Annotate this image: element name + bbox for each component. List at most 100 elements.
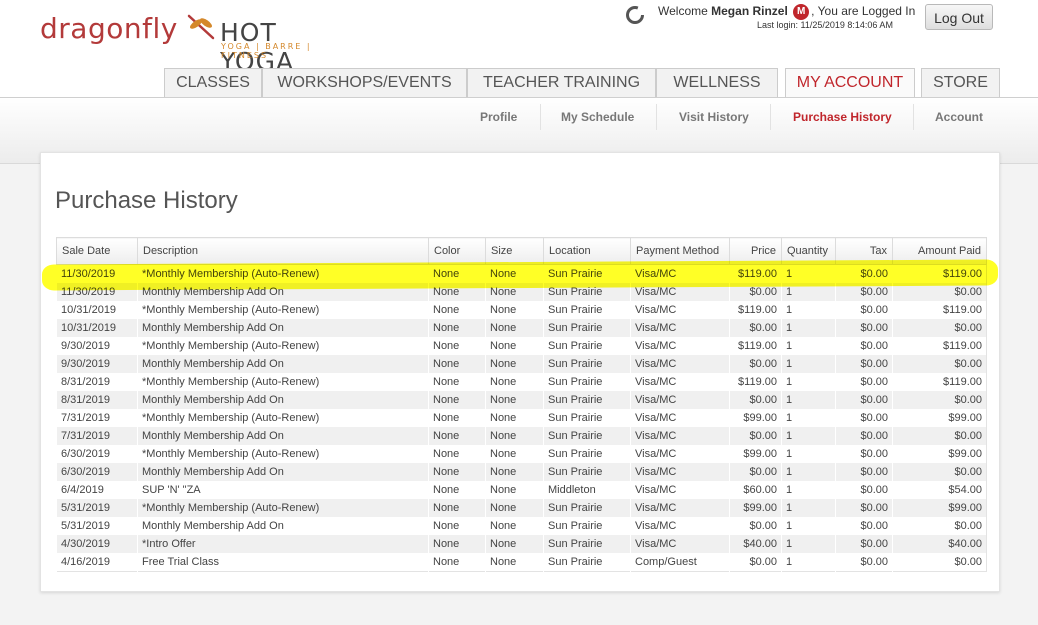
cell-location: Sun Prairie	[543, 517, 631, 535]
cell-sale-date: 7/31/2019	[56, 427, 138, 445]
col-size[interactable]: Size	[485, 237, 544, 265]
cell-tax: $0.00	[835, 481, 893, 499]
col-tax[interactable]: Tax	[835, 237, 893, 265]
cell-size: None	[485, 373, 544, 391]
cell-description: *Monthly Membership (Auto-Renew)	[137, 409, 429, 427]
cell-size: None	[485, 355, 544, 373]
dragonfly-icon	[187, 14, 215, 40]
cell-sale-date: 11/30/2019	[56, 264, 138, 283]
tab-wellness[interactable]: WELLNESS	[656, 68, 778, 97]
tab-classes[interactable]: CLASSES	[164, 68, 262, 97]
col-payment-method[interactable]: Payment Method	[630, 237, 730, 265]
cell-payment-method: Visa/MC	[630, 409, 730, 427]
cell-amount-paid: $119.00	[892, 264, 987, 283]
cell-tax: $0.00	[835, 445, 893, 463]
cell-quantity: 1	[781, 463, 836, 481]
subnav-my-schedule[interactable]: My Schedule	[561, 110, 634, 124]
cell-amount-paid: $99.00	[892, 445, 987, 463]
cell-location: Sun Prairie	[543, 391, 631, 409]
cell-location: Sun Prairie	[543, 283, 631, 301]
cell-quantity: 1	[781, 264, 836, 283]
tab-my-account[interactable]: MY ACCOUNT	[785, 68, 915, 98]
cell-color: None	[428, 355, 486, 373]
tab-store[interactable]: STORE	[921, 68, 1000, 97]
cell-description: Monthly Membership Add On	[137, 319, 429, 337]
cell-tax: $0.00	[835, 319, 893, 337]
cell-size: None	[485, 301, 544, 319]
cell-sale-date: 9/30/2019	[56, 355, 138, 373]
cell-color: None	[428, 337, 486, 355]
cell-amount-paid: $99.00	[892, 499, 987, 517]
cell-payment-method: Visa/MC	[630, 427, 730, 445]
subnav-account[interactable]: Account	[935, 110, 983, 124]
cell-tax: $0.00	[835, 283, 893, 301]
col-color[interactable]: Color	[428, 237, 486, 265]
table-row: 8/31/2019 *Monthly Membership (Auto-Renew…	[56, 373, 987, 391]
site-header: dragonfly HOT YOGA YOGA | BARRE | FITNES…	[0, 0, 1038, 98]
cell-payment-method: Comp/Guest	[630, 553, 730, 572]
cell-color: None	[428, 535, 486, 553]
site-logo[interactable]: dragonfly HOT YOGA YOGA | BARRE | FITNES…	[40, 12, 350, 76]
cell-amount-paid: $40.00	[892, 535, 987, 553]
cell-location: Sun Prairie	[543, 553, 631, 572]
user-name[interactable]: Megan Rinzel	[711, 4, 788, 18]
cell-amount-paid: $99.00	[892, 409, 987, 427]
table-row: 9/30/2019 *Monthly Membership (Auto-Renew…	[56, 337, 987, 355]
cell-price: $119.00	[729, 373, 782, 391]
cell-payment-method: Visa/MC	[630, 373, 730, 391]
avatar[interactable]: M	[793, 4, 810, 20]
cell-sale-date: 8/31/2019	[56, 373, 138, 391]
subnav-visit-history[interactable]: Visit History	[679, 110, 749, 124]
cell-quantity: 1	[781, 373, 836, 391]
cell-amount-paid: $0.00	[892, 463, 987, 481]
cell-size: None	[485, 264, 544, 283]
col-quantity[interactable]: Quantity	[781, 237, 836, 265]
cell-amount-paid: $0.00	[892, 355, 987, 373]
cell-location: Sun Prairie	[543, 427, 631, 445]
col-amount-paid[interactable]: Amount Paid	[892, 237, 987, 265]
cell-quantity: 1	[781, 481, 836, 499]
cell-quantity: 1	[781, 517, 836, 535]
cell-price: $0.00	[729, 553, 782, 572]
cell-size: None	[485, 499, 544, 517]
col-location[interactable]: Location	[543, 237, 631, 265]
cell-location: Sun Prairie	[543, 264, 631, 283]
cell-quantity: 1	[781, 319, 836, 337]
subnav-purchase-history[interactable]: Purchase History	[793, 110, 892, 124]
cell-sale-date: 6/4/2019	[56, 481, 138, 499]
cell-size: None	[485, 427, 544, 445]
cell-price: $99.00	[729, 409, 782, 427]
cell-sale-date: 9/30/2019	[56, 337, 138, 355]
col-price[interactable]: Price	[729, 237, 782, 265]
cell-price: $0.00	[729, 427, 782, 445]
cell-price: $119.00	[729, 337, 782, 355]
cell-location: Sun Prairie	[543, 499, 631, 517]
cell-quantity: 1	[781, 427, 836, 445]
cell-color: None	[428, 319, 486, 337]
cell-color: None	[428, 553, 486, 572]
table-row: 5/31/2019 Monthly Membership Add On None No…	[56, 517, 987, 535]
tab-workshops-events[interactable]: WORKSHOPS/EVENTS	[262, 68, 467, 97]
logout-button[interactable]: Log Out	[925, 4, 993, 30]
cell-color: None	[428, 373, 486, 391]
cell-quantity: 1	[781, 409, 836, 427]
cell-quantity: 1	[781, 301, 836, 319]
cell-location: Sun Prairie	[543, 355, 631, 373]
cell-amount-paid: $0.00	[892, 553, 987, 572]
cell-description: *Intro Offer	[137, 535, 429, 553]
cell-description: *Monthly Membership (Auto-Renew)	[137, 337, 429, 355]
subnav-profile[interactable]: Profile	[480, 110, 517, 124]
cell-color: None	[428, 517, 486, 535]
cell-tax: $0.00	[835, 535, 893, 553]
col-sale-date[interactable]: Sale Date	[56, 237, 138, 265]
table-row: 9/30/2019 Monthly Membership Add On None No…	[56, 355, 987, 373]
cell-payment-method: Visa/MC	[630, 517, 730, 535]
cell-sale-date: 5/31/2019	[56, 499, 138, 517]
col-description[interactable]: Description	[137, 237, 429, 265]
cell-payment-method: Visa/MC	[630, 463, 730, 481]
cell-price: $99.00	[729, 499, 782, 517]
tab-teacher-training[interactable]: TEACHER TRAINING	[467, 68, 656, 97]
cell-payment-method: Visa/MC	[630, 264, 730, 283]
cell-price: $0.00	[729, 391, 782, 409]
cell-payment-method: Visa/MC	[630, 499, 730, 517]
